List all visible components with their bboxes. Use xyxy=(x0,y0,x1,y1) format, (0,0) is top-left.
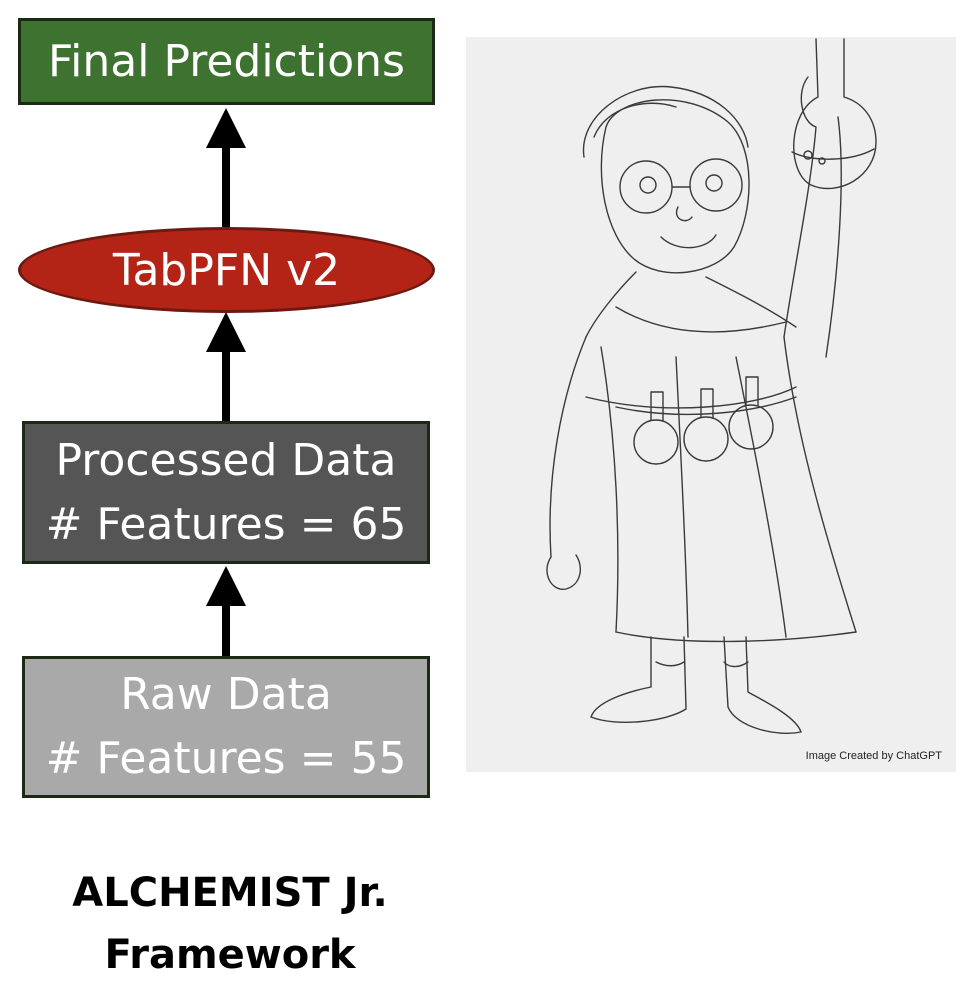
processed-data-box: Processed Data # Features = 65 xyxy=(22,421,430,564)
right-leg xyxy=(723,636,802,734)
belt-vial-3 xyxy=(728,404,774,450)
raw-data-box: Raw Data # Features = 55 xyxy=(22,656,430,798)
raw-data-title: Raw Data xyxy=(120,669,332,720)
raw-data-features: # Features = 55 xyxy=(45,733,407,784)
glasses-right xyxy=(689,158,743,212)
tabpfn-node: TabPFN v2 xyxy=(18,227,435,313)
belt xyxy=(615,396,797,416)
head xyxy=(600,99,750,274)
glasses-left xyxy=(619,160,673,214)
processed-data-features: # Features = 65 xyxy=(45,498,407,550)
left-hand xyxy=(546,554,582,590)
image-credit: Image Created by ChatGPT xyxy=(805,750,942,762)
belt-vial-1 xyxy=(633,419,679,465)
processed-data-title: Processed Data xyxy=(55,434,397,486)
left-leg xyxy=(590,636,687,723)
belt-vial-2 xyxy=(683,416,729,462)
raised-flask xyxy=(793,38,877,190)
alchemist-illustration: Image Created by ChatGPT xyxy=(466,37,956,772)
arrowhead-model-to-final xyxy=(206,108,246,148)
caption-line-1: ALCHEMIST Jr. xyxy=(72,870,388,916)
arrowhead-processed-to-model xyxy=(206,312,246,352)
alchemist-sketch xyxy=(546,38,877,734)
arrowhead-raw-to-processed xyxy=(206,566,246,606)
tabpfn-label: TabPFN v2 xyxy=(112,244,341,296)
framework-caption: ALCHEMIST Jr. Framework xyxy=(20,862,440,986)
caption-line-2: Framework xyxy=(104,932,356,978)
robe xyxy=(549,336,587,558)
